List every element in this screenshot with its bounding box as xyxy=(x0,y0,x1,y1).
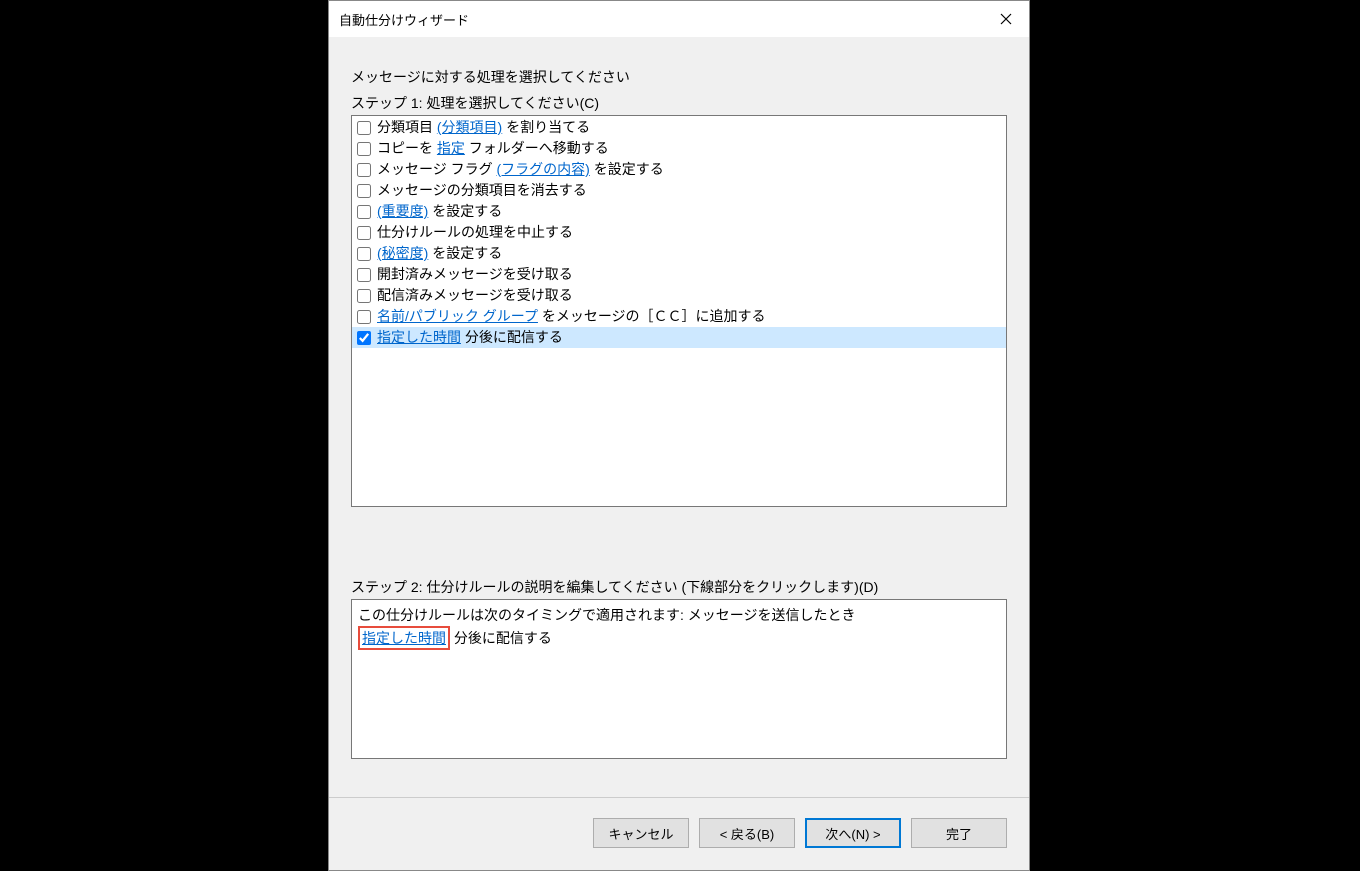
action-checkbox-7[interactable] xyxy=(357,268,371,282)
action-text-2: メッセージ フラグ (フラグの内容) を設定する xyxy=(377,159,664,180)
close-icon xyxy=(1000,13,1012,25)
action-checkbox-10[interactable] xyxy=(357,331,371,345)
action-link-2[interactable]: (フラグの内容) xyxy=(497,161,590,177)
action-checkbox-6[interactable] xyxy=(357,247,371,261)
action-text-6: (秘密度) を設定する xyxy=(377,243,502,264)
action-link-1[interactable]: 指定 xyxy=(437,140,465,156)
spacer xyxy=(351,759,1007,797)
desc-highlight-box: 指定した時間 xyxy=(358,626,450,650)
action-text-8: 配信済みメッセージを受け取る xyxy=(377,285,573,306)
action-checkbox-1[interactable] xyxy=(357,142,371,156)
action-item-10[interactable]: 指定した時間 分後に配信する xyxy=(352,327,1006,348)
action-text-7: 開封済みメッセージを受け取る xyxy=(377,264,573,285)
action-link-0[interactable]: (分類項目) xyxy=(437,119,502,135)
action-item-1[interactable]: コピーを 指定 フォルダーへ移動する xyxy=(352,138,1006,159)
back-button[interactable]: < 戻る(B) xyxy=(699,818,795,848)
action-checkbox-9[interactable] xyxy=(357,310,371,324)
action-item-3[interactable]: メッセージの分類項目を消去する xyxy=(352,180,1006,201)
finish-button[interactable]: 完了 xyxy=(911,818,1007,848)
action-link-9[interactable]: 名前/パブリック グループ xyxy=(377,308,538,324)
step1-label: ステップ 1: 処理を選択してください(C) xyxy=(351,93,1007,113)
desc-line-1: この仕分けルールは次のタイミングで適用されます: メッセージを送信したとき xyxy=(358,604,1000,626)
action-checkbox-3[interactable] xyxy=(357,184,371,198)
action-text-5: 仕分けルールの処理を中止する xyxy=(377,222,573,243)
action-link-6[interactable]: (秘密度) xyxy=(377,245,428,261)
action-checkbox-4[interactable] xyxy=(357,205,371,219)
actions-listbox[interactable]: 分類項目 (分類項目) を割り当てるコピーを 指定 フォルダーへ移動するメッセー… xyxy=(351,115,1007,507)
action-item-9[interactable]: 名前/パブリック グループ をメッセージの［ＣＣ］に追加する xyxy=(352,306,1006,327)
dialog-titlebar: 自動仕分けウィザード xyxy=(329,1,1029,37)
next-button[interactable]: 次へ(N) > xyxy=(805,818,901,848)
action-item-5[interactable]: 仕分けルールの処理を中止する xyxy=(352,222,1006,243)
action-text-9: 名前/パブリック グループ をメッセージの［ＣＣ］に追加する xyxy=(377,306,766,327)
step2-label: ステップ 2: 仕分けルールの説明を編集してください (下線部分をクリックします… xyxy=(351,577,1007,597)
close-button[interactable] xyxy=(983,1,1029,37)
action-text-3: メッセージの分類項目を消去する xyxy=(377,180,587,201)
desc-line-2: 指定した時間 分後に配信する xyxy=(358,626,1000,650)
step2-section: ステップ 2: 仕分けルールの説明を編集してください (下線部分をクリックします… xyxy=(351,577,1007,759)
cancel-button[interactable]: キャンセル xyxy=(593,818,689,848)
action-text-10: 指定した時間 分後に配信する xyxy=(377,327,563,348)
action-checkbox-5[interactable] xyxy=(357,226,371,240)
action-checkbox-0[interactable] xyxy=(357,121,371,135)
desc-line-2-post: 分後に配信する xyxy=(450,630,552,646)
action-checkbox-8[interactable] xyxy=(357,289,371,303)
action-item-7[interactable]: 開封済みメッセージを受け取る xyxy=(352,264,1006,285)
action-text-0: 分類項目 (分類項目) を割り当てる xyxy=(377,117,590,138)
action-link-4[interactable]: (重要度) xyxy=(377,203,428,219)
rule-description-box[interactable]: この仕分けルールは次のタイミングで適用されます: メッセージを送信したとき 指定… xyxy=(351,599,1007,759)
action-item-8[interactable]: 配信済みメッセージを受け取る xyxy=(352,285,1006,306)
instruction-text: メッセージに対する処理を選択してください xyxy=(351,67,1007,87)
action-item-4[interactable]: (重要度) を設定する xyxy=(352,201,1006,222)
dialog-footer: キャンセル < 戻る(B) 次へ(N) > 完了 xyxy=(329,797,1029,870)
action-text-1: コピーを 指定 フォルダーへ移動する xyxy=(377,138,609,159)
action-item-2[interactable]: メッセージ フラグ (フラグの内容) を設定する xyxy=(352,159,1006,180)
dialog-content: メッセージに対する処理を選択してください ステップ 1: 処理を選択してください… xyxy=(329,37,1029,797)
action-text-4: (重要度) を設定する xyxy=(377,201,502,222)
action-item-0[interactable]: 分類項目 (分類項目) を割り当てる xyxy=(352,117,1006,138)
rules-wizard-dialog: 自動仕分けウィザード メッセージに対する処理を選択してください ステップ 1: … xyxy=(328,0,1030,871)
action-link-10[interactable]: 指定した時間 xyxy=(377,329,461,345)
action-item-6[interactable]: (秘密度) を設定する xyxy=(352,243,1006,264)
dialog-title: 自動仕分けウィザード xyxy=(339,10,469,29)
desc-specified-time-link[interactable]: 指定した時間 xyxy=(362,630,446,646)
action-checkbox-2[interactable] xyxy=(357,163,371,177)
